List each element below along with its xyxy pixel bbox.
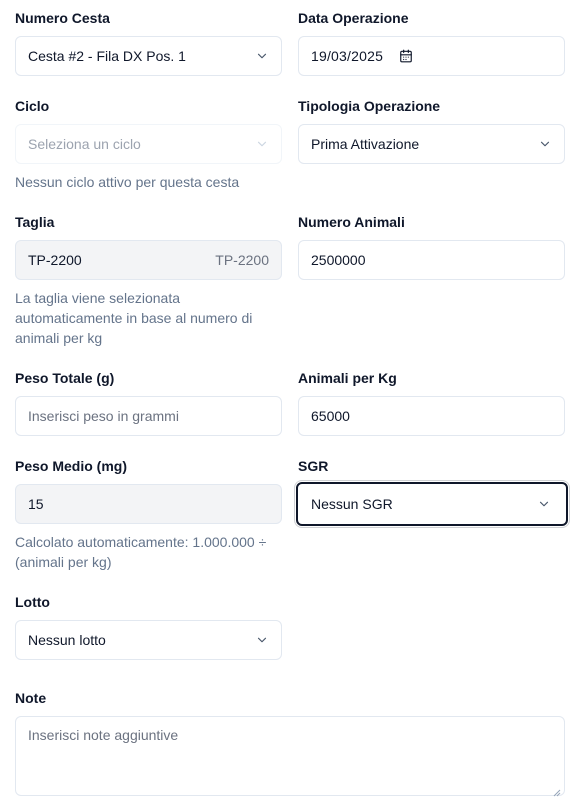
data-operazione-value: 19/03/2025 [311, 48, 384, 64]
animali-per-kg-input[interactable]: 65000 [298, 396, 565, 436]
data-operazione-label: Data Operazione [298, 10, 409, 26]
peso-medio-label: Peso Medio (mg) [15, 458, 128, 474]
chevron-down-icon [255, 633, 269, 647]
lotto-select[interactable]: Nessun lotto [15, 620, 282, 660]
lotto-value: Nessun lotto [28, 632, 106, 648]
animali-per-kg-label: Animali per Kg [298, 370, 397, 386]
taglia-input: TP-2200 TP-2200 [15, 240, 282, 280]
chevron-down-icon [537, 497, 551, 511]
taglia-value: TP-2200 [28, 252, 82, 268]
ciclo-placeholder: Seleziona un ciclo [28, 136, 141, 152]
tipologia-operazione-select[interactable]: Prima Attivazione [298, 124, 565, 164]
peso-medio-value: 15 [28, 496, 44, 512]
ciclo-label: Ciclo [15, 98, 50, 114]
calendar-icon[interactable] [399, 49, 413, 63]
peso-totale-label: Peso Totale (g) [15, 370, 115, 386]
tipologia-operazione-label: Tipologia Operazione [298, 98, 441, 114]
numero-animali-label: Numero Animali [298, 214, 405, 230]
numero-cesta-select[interactable]: Cesta #2 - Fila DX Pos. 1 [15, 36, 282, 76]
sgr-value: Nessun SGR [311, 496, 393, 512]
note-textarea[interactable]: Inserisci note aggiuntive [15, 716, 565, 797]
taglia-label: Taglia [15, 214, 55, 230]
sgr-label: SGR [298, 458, 329, 474]
chevron-down-icon [255, 137, 269, 151]
note-label: Note [15, 690, 47, 706]
peso-medio-help-line: (animali per kg) [15, 554, 112, 570]
chevron-down-icon [538, 137, 552, 151]
note-placeholder: Inserisci note aggiuntive [28, 727, 179, 743]
taglia-help-line: automaticamente in base al numero di [15, 310, 253, 326]
peso-totale-placeholder: Inserisci peso in grammi [28, 408, 179, 424]
taglia-badge: TP-2200 [215, 252, 269, 268]
data-operazione-input[interactable]: 19/03/2025 [298, 36, 565, 76]
animali-per-kg-value: 65000 [311, 408, 350, 424]
peso-totale-input[interactable]: Inserisci peso in grammi [15, 396, 282, 436]
chevron-down-icon [255, 49, 269, 63]
tipologia-operazione-value: Prima Attivazione [311, 136, 420, 152]
taglia-help-line: animali per kg [15, 330, 103, 346]
numero-cesta-value: Cesta #2 - Fila DX Pos. 1 [28, 48, 186, 64]
lotto-label: Lotto [15, 594, 50, 610]
taglia-help-line: La taglia viene selezionata [15, 290, 181, 306]
ciclo-select[interactable]: Seleziona un ciclo [15, 124, 282, 164]
resize-handle-icon[interactable] [553, 784, 561, 797]
peso-medio-help-text: Calcolato automaticamente: 1.000.000 ÷ (… [15, 532, 266, 572]
peso-medio-input: 15 [15, 484, 282, 524]
numero-animali-value: 2500000 [311, 252, 366, 268]
numero-animali-input[interactable]: 2500000 [298, 240, 565, 280]
sgr-select[interactable]: Nessun SGR [296, 482, 568, 526]
peso-medio-help-line: Calcolato automaticamente: 1.000.000 ÷ [15, 534, 267, 550]
taglia-help-text: La taglia viene selezionata automaticame… [15, 288, 252, 348]
ciclo-help-text: Nessun ciclo attivo per questa cesta [15, 174, 240, 190]
numero-cesta-label: Numero Cesta [15, 10, 110, 26]
